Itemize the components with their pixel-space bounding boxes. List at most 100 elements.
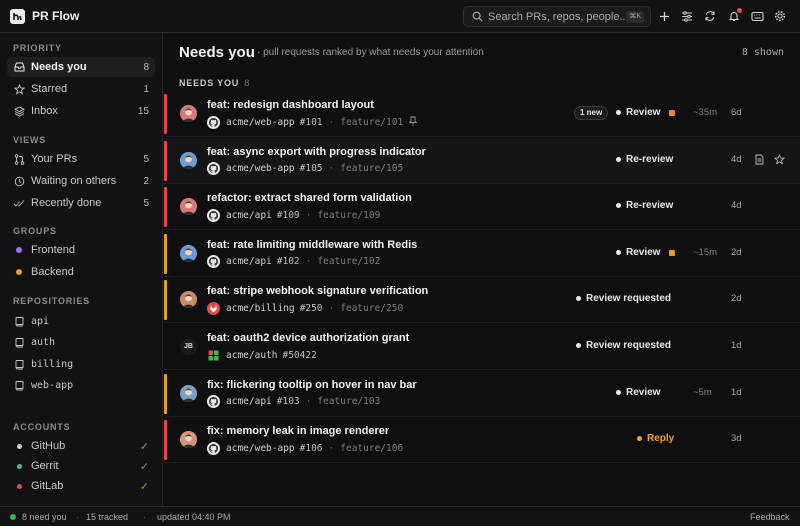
section-title-priority: PRIORITY <box>13 43 62 53</box>
priority-bar <box>164 233 167 274</box>
account-status-dot <box>13 480 25 492</box>
pr-repo[interactable]: acme/web-app <box>226 117 295 128</box>
star-icon <box>13 83 25 95</box>
avatar <box>180 105 197 122</box>
pr-repo[interactable]: acme/api <box>226 256 272 267</box>
pr-row[interactable]: fix: memory leak in image renderer acme/w… <box>164 417 800 464</box>
pr-title[interactable]: feat: async export with progress indicat… <box>207 146 426 158</box>
status-label: Review requested <box>586 340 672 351</box>
sidebar-item-recently-done[interactable]: Recently done 5 <box>7 193 155 213</box>
pr-repo[interactable]: acme/api <box>226 396 272 407</box>
check-icon: ✓ <box>139 440 149 453</box>
pr-number: #102 <box>276 256 300 268</box>
pr-row[interactable]: JB feat: oauth2 device authorization gran… <box>164 324 800 370</box>
sidebar-item-label: Waiting on others <box>31 175 117 187</box>
new-badge: 1 new <box>574 106 609 120</box>
pr-branch: feature/103 <box>317 396 381 408</box>
search-input[interactable]: Search PRs, repos, people... ⌘K <box>463 6 651 27</box>
status-dot <box>616 389 621 395</box>
pr-meta: acme/auth #50422 <box>207 348 317 362</box>
github-icon <box>207 255 220 269</box>
sidebar-item-backend[interactable]: Backend <box>7 262 155 282</box>
sidebar-item-starred[interactable]: Starred 1 <box>7 79 155 99</box>
pr-row[interactable]: feat: async export with progress indicat… <box>164 137 800 184</box>
pr-title[interactable]: feat: oauth2 device authorization grant <box>207 332 409 344</box>
section-title-repositories: REPOSITORIES <box>13 296 90 306</box>
sidebar-item-account-gitlab[interactable]: GitLab ✓ <box>7 476 155 496</box>
pr-number: #103 <box>276 396 300 408</box>
meta-separator: · <box>328 163 335 175</box>
pr-repo[interactable]: acme/web-app <box>226 163 295 174</box>
sidebar-item-your-prs[interactable]: Your PRs 5 <box>7 149 155 169</box>
refresh-icon[interactable] <box>702 8 718 24</box>
sidebar-item-repo-web-app[interactable]: web-app <box>7 375 155 395</box>
pr-branch: feature/101 <box>340 116 404 128</box>
sidebar-item-inbox[interactable]: Inbox 15 <box>7 101 155 121</box>
account-status-dot <box>13 440 25 452</box>
pr-updated: 6d <box>731 107 742 118</box>
sidebar-item-label: GitHub <box>31 440 66 452</box>
star-icon[interactable] <box>773 153 786 166</box>
sidebar-item-count: 5 <box>143 153 149 165</box>
status-bar: 8 need you · 15 tracked · updated 04:40 … <box>0 506 800 526</box>
pr-age: ~15m <box>693 246 718 258</box>
app-title: PR Flow <box>32 9 80 23</box>
sidebar-item-account-gerrit[interactable]: Gerrit ✓ <box>7 456 155 476</box>
pr-repo[interactable]: acme/auth <box>226 350 277 361</box>
pr-row[interactable]: feat: rate limiting middleware with Redi… <box>164 231 800 277</box>
sidebar-item-frontend[interactable]: Frontend <box>7 240 155 260</box>
pr-branch: feature/109 <box>317 209 381 221</box>
sidebar-item-repo-api[interactable]: api <box>7 311 155 331</box>
pr-row[interactable]: refactor: extract shared form validation… <box>164 184 800 231</box>
check-icon: ✓ <box>139 460 149 473</box>
notes-icon[interactable] <box>753 153 766 166</box>
sidebar-item-needs-you[interactable]: Needs you 8 <box>7 57 155 77</box>
keyboard-icon[interactable] <box>749 8 765 24</box>
pr-title[interactable]: refactor: extract shared form validation <box>207 192 412 204</box>
section-title-groups: GROUPS <box>13 226 57 236</box>
git-pr-icon <box>13 153 25 165</box>
sidebar-item-label: Gerrit <box>31 460 59 472</box>
pr-title[interactable]: fix: flickering tooltip on hover in nav … <box>207 379 417 391</box>
pr-row[interactable]: feat: stripe webhook signature verificat… <box>164 277 800 324</box>
pr-number: #250 <box>299 302 323 314</box>
sidebar-item-count: 8 <box>143 61 149 73</box>
pin-icon <box>408 116 418 129</box>
pr-row[interactable]: feat: redesign dashboard layout acme/web-… <box>164 91 800 137</box>
pr-repo[interactable]: acme/api <box>226 210 272 221</box>
sidebar-item-label: Your PRs <box>31 153 78 165</box>
sidebar-item-repo-auth[interactable]: auth <box>7 332 155 352</box>
status-dot <box>10 514 16 520</box>
meta-separator: · <box>305 396 312 408</box>
pr-title[interactable]: feat: rate limiting middleware with Redi… <box>207 239 417 251</box>
pr-row[interactable]: fix: flickering tooltip on hover in nav … <box>164 371 800 417</box>
sliders-icon[interactable] <box>679 8 695 24</box>
status-badge: Review <box>616 107 660 118</box>
plus-icon[interactable] <box>656 8 672 24</box>
sidebar-item-account-github[interactable]: GitHub ✓ <box>7 436 155 456</box>
avatar <box>180 244 197 262</box>
sidebar-item-waiting-on-others[interactable]: Waiting on others 2 <box>7 171 155 191</box>
group-color-dot <box>13 266 25 278</box>
check-icon: ✓ <box>139 480 149 493</box>
sidebar-item-label: Backend <box>31 266 74 278</box>
status-label: Review <box>626 386 661 398</box>
main-content: Needs you · pull requests ranked by what… <box>164 33 800 506</box>
avatar <box>180 384 197 402</box>
sidebar-item-label: Inbox <box>31 105 58 117</box>
pr-meta: acme/billing #250 · feature/250 <box>207 301 403 315</box>
sidebar-item-repo-billing[interactable]: billing <box>7 354 155 374</box>
priority-bar <box>164 140 167 181</box>
pr-number: #105 <box>299 163 323 175</box>
status-badge: Re-review <box>616 200 673 211</box>
gear-icon[interactable] <box>772 8 788 24</box>
pr-title[interactable]: feat: redesign dashboard layout <box>207 99 374 111</box>
pr-title[interactable]: feat: stripe webhook signature verificat… <box>207 285 428 297</box>
notification-dot <box>737 8 742 13</box>
feedback-link[interactable]: Feedback <box>750 512 790 522</box>
status-badge: Review requested <box>576 340 671 351</box>
pr-repo[interactable]: acme/web-app <box>226 443 295 454</box>
pr-title[interactable]: fix: memory leak in image renderer <box>207 425 389 437</box>
pr-repo[interactable]: acme/billing <box>226 303 295 314</box>
bell-icon[interactable] <box>726 8 742 24</box>
